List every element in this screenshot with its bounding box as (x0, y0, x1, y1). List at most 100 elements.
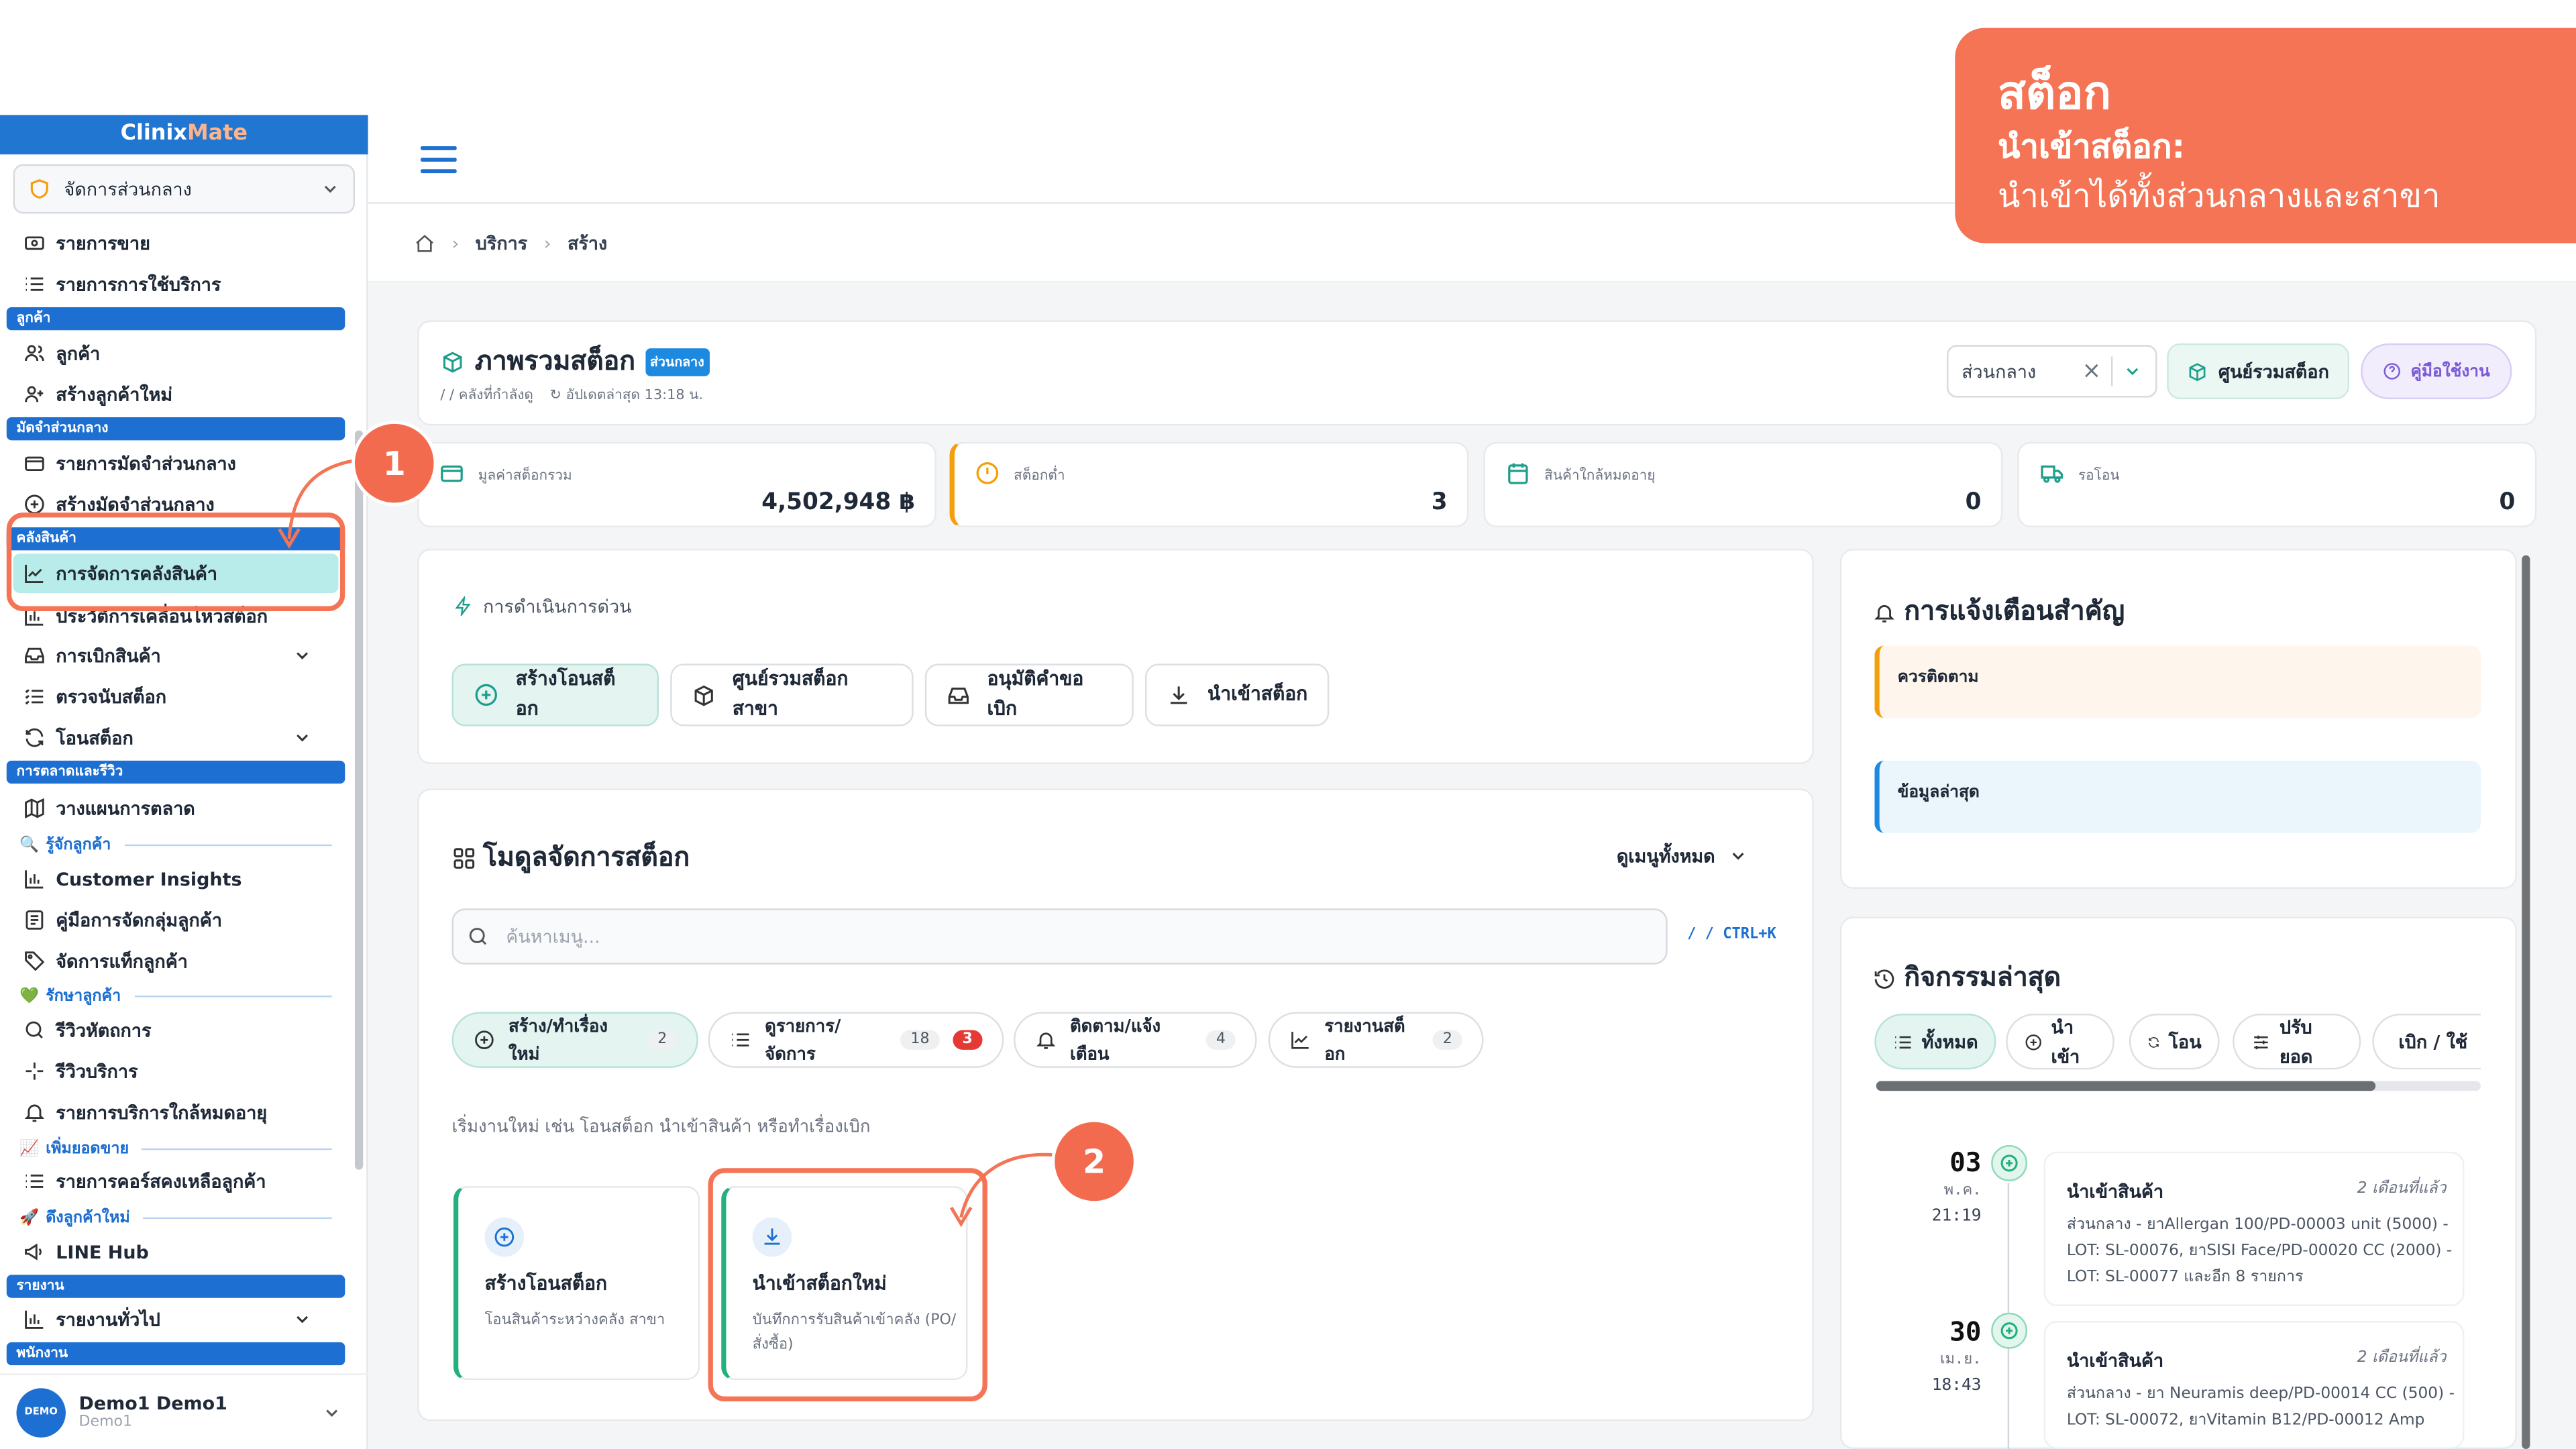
home-icon[interactable] (414, 233, 435, 254)
activity-tabs-scrollbar[interactable] (1876, 1081, 2481, 1091)
user-profile[interactable]: DEMO Demo1 Demo1 Demo1 (0, 1373, 368, 1449)
plus-circle-icon (475, 684, 497, 706)
event-date: 30 เม.ย. 18:43 (1931, 1316, 1982, 1395)
sidebar-item-expiring-services[interactable]: รายการบริการใกล้หมดอายุ (23, 1094, 345, 1130)
chevron-down-icon (2127, 368, 2139, 376)
sidebar-item-service-review[interactable]: รีวิวบริการ (23, 1053, 345, 1089)
stock-center-button[interactable]: ศูนย์รวมสต็อก (2167, 343, 2350, 400)
sidebar-item-customer-tags[interactable]: จัดการแท็กลูกค้า (23, 943, 345, 979)
sidebar-item-withdraw[interactable]: การเบิกสินค้า (23, 637, 345, 674)
activity-tab-transfer[interactable]: โอน (2129, 1014, 2220, 1070)
search-icon (25, 1021, 43, 1038)
search-icon (469, 928, 487, 945)
menu-search-input[interactable]: ค้นหาเมนู... (451, 908, 1668, 965)
list-icon (25, 277, 44, 291)
sidebar-item-course-balance[interactable]: รายการคอร์สคงเหลือลูกค้า (23, 1163, 345, 1199)
tile-create-transfer[interactable]: สร้างโอนสต็อก โอนสินค้าระหว่างคลัง สาขา (453, 1186, 700, 1381)
stat-card-stock-value: มูลค่าสต็อกรวม 4,502,948 ฿ (417, 441, 936, 528)
activity-tab-import[interactable]: นำเข้า (2006, 1014, 2114, 1070)
approve-requests-button[interactable]: อนุมัติคำขอเบิก (924, 663, 1134, 727)
activity-event[interactable]: นำเข้าสินค้า 2 เดือนที่แล้ว ส่วนกลาง - ย… (2043, 1151, 2465, 1306)
activity-tab-all[interactable]: ทั้งหมด (1874, 1014, 1996, 1070)
tab-track-alerts[interactable]: ติดตาม/แจ้งเตือน 4 (1014, 1012, 1257, 1068)
alert-count-badge: 3 (952, 1030, 983, 1050)
scope-badge: ส่วนกลาง (645, 348, 710, 376)
breadcrumb: › บริการ › สร้าง (414, 228, 607, 258)
stat-card-low-stock: สต็อกต่ำ 3 (949, 441, 1469, 528)
activity-tab-adjust[interactable]: ปรับยอด (2233, 1014, 2361, 1070)
wallet-icon (441, 465, 463, 482)
sidebar-item-stock-transfer[interactable]: โอนสต็อก (23, 720, 345, 756)
chevron-down-icon (324, 185, 336, 193)
clear-icon[interactable]: × (2082, 358, 2102, 384)
sidebar-item-sales[interactable]: รายการขาย (23, 225, 345, 262)
activity-event[interactable]: นำเข้าสินค้า 2 เดือนที่แล้ว ส่วนกลาง - ย… (2043, 1320, 2465, 1449)
tab-stock-reports[interactable]: รายงานสต็อก 2 (1268, 1012, 1484, 1068)
sidebar-item-segment-guide[interactable]: คู่มือการจัดกลุ่มลูกค้า (23, 902, 345, 938)
user-name: Demo1 Demo1 (78, 1393, 227, 1415)
tab-view-manage[interactable]: ดูรายการ/จัดการ 18 3 (708, 1012, 1004, 1068)
sidebar-item-marketing-plan[interactable]: วางแผนการตลาด (23, 790, 345, 826)
map-icon (25, 798, 44, 819)
plus-circle-icon (475, 1030, 494, 1050)
refresh-icon (25, 728, 44, 747)
sidebar-item-customer-insights[interactable]: Customer Insights (23, 861, 345, 897)
sidebar-item-line-hub[interactable]: LINE Hub (23, 1234, 345, 1270)
box-icon (694, 684, 713, 706)
tutorial-banner: สต็อก นำเข้าสต็อก: นำเข้าได้ทั้งส่วนกลาง… (1955, 28, 2576, 244)
breadcrumb-current: สร้าง (568, 233, 608, 255)
help-circle-icon (2384, 363, 2401, 380)
sidebar-item-new-customer[interactable]: สร้างลูกค้าใหม่ (23, 376, 345, 413)
lightning-icon (455, 596, 471, 616)
updated-time: ↻ อัปเดตล่าสุด 13:18 น. (549, 387, 704, 405)
sidebar-item-customers[interactable]: ลูกค้า (23, 335, 345, 372)
inbox-icon (948, 686, 969, 704)
stat-value: 4,502,948 ฿ (761, 489, 916, 516)
chevron-down-icon (326, 1409, 338, 1416)
chart-up-icon: 📈 (19, 1139, 40, 1158)
bell-icon (24, 1104, 45, 1122)
view-all-menu-button[interactable]: ดูเมนูทั้งหมด (1617, 841, 1748, 871)
alert-follow-up[interactable]: ควรติดตาม (1874, 645, 2481, 718)
sidebar-item-general-reports[interactable]: รายงานทั่วไป (23, 1301, 345, 1338)
import-stock-button[interactable]: นำเข้าสต็อก (1144, 663, 1330, 727)
sidebar-item-procedure-review[interactable]: รีวิวหัตถการ (23, 1012, 345, 1049)
branch-selector[interactable]: จัดการส่วนกลาง (13, 164, 355, 214)
create-transfer-button[interactable]: สร้างโอนสต็อก (451, 663, 659, 727)
section-marketing: การตลาดและรีวิว (6, 760, 345, 784)
quick-actions-title: การดำเนินการด่วน (453, 592, 632, 621)
banner-description: นำเข้าได้ทั้งส่วนกลางและสาขา (1997, 176, 2440, 215)
section-deposit: มัดจำส่วนกลาง (6, 417, 345, 441)
book-icon (25, 910, 44, 930)
alert-latest-info[interactable]: ข้อมูลล่าสุด (1874, 760, 2481, 833)
overview-subtitle: / / คลังที่กำลังดู ↻ อัปเดตล่าสุด 13:18 … (440, 383, 703, 406)
subsection-new-customers: 🚀 ดึงลูกค้าใหม่ (19, 1206, 332, 1229)
truck-icon (2041, 465, 2063, 483)
chevron-down-icon (297, 652, 309, 659)
keyboard-shortcut: / / CTRL+K (1687, 926, 1776, 943)
plus-circle-icon (1991, 1144, 2028, 1181)
sidebar-item-stock-count[interactable]: ตรวจนับสต็อก (23, 678, 345, 714)
quick-actions-card (417, 548, 1814, 764)
chevron-down-icon (297, 1316, 309, 1324)
stat-value: 0 (1965, 489, 1982, 516)
right-panel-scrollbar[interactable] (2522, 555, 2530, 1449)
breadcrumb-item[interactable]: บริการ (476, 228, 527, 258)
activity-tab-withdraw[interactable]: เบิก / ใช้ (2372, 1014, 2481, 1070)
plus-circle-icon (2025, 1033, 2041, 1050)
chevron-down-icon (1732, 853, 1744, 860)
step-badge-2: 2 (1051, 1118, 1137, 1205)
sidebar-item-service-list[interactable]: รายการการใช้บริการ (23, 266, 345, 303)
subsection-boost-sales: 📈 เพิ่มยอดขาย (19, 1137, 332, 1160)
tab-create-new[interactable]: สร้าง/ทำเรื่องใหม่ 2 (451, 1012, 698, 1068)
list-icon (1895, 1035, 1911, 1048)
hamburger-menu-icon[interactable] (420, 145, 457, 174)
user-guide-button[interactable]: คู่มือใช้งาน (2361, 343, 2512, 400)
modules-title: โมดูลจัดการสต็อก (451, 838, 690, 879)
branch-stock-center-button[interactable]: ศูนย์รวมสต็อกสาขา (670, 663, 914, 727)
branch-select[interactable]: ส่วนกลาง × (1947, 345, 2157, 398)
banner-subtitle: นำเข้าสต็อก: (1997, 126, 2186, 166)
list-icon (732, 1033, 749, 1046)
alert-circle-icon (976, 462, 999, 484)
shield-icon (30, 179, 48, 199)
